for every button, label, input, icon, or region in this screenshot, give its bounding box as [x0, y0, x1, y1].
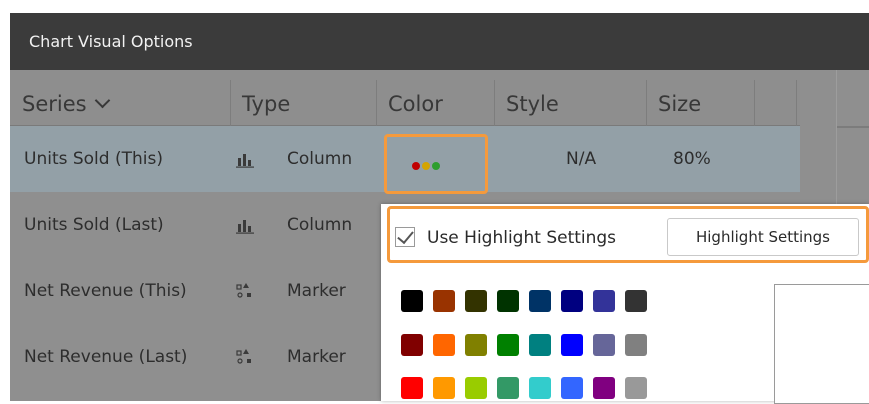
series-type: Column — [287, 149, 353, 169]
grid-header: Series Type Color Style Size — [10, 70, 800, 126]
color-swatch[interactable] — [433, 334, 455, 356]
color-swatch[interactable] — [625, 377, 647, 399]
column-header-color: Color — [388, 92, 443, 116]
column-divider — [754, 80, 755, 126]
series-name: Units Sold (Last) — [24, 215, 164, 235]
color-swatch[interactable] — [593, 377, 615, 399]
series-name: Units Sold (This) — [24, 149, 163, 169]
color-swatch[interactable] — [529, 377, 551, 399]
series-size[interactable]: 80% — [673, 126, 711, 192]
dialog-title: Chart Visual Options — [10, 13, 869, 70]
series-name: Net Revenue (Last) — [24, 347, 188, 367]
color-swatch[interactable] — [465, 334, 487, 356]
color-preview-box — [774, 284, 869, 404]
checkbox-label: Use Highlight Settings — [427, 228, 617, 248]
color-swatch[interactable] — [401, 290, 423, 312]
color-swatch[interactable] — [529, 334, 551, 356]
column-divider — [796, 80, 797, 126]
series-type: Marker — [287, 347, 346, 367]
color-swatch[interactable] — [433, 377, 455, 399]
use-highlight-settings-checkbox[interactable] — [395, 226, 415, 247]
color-swatch[interactable] — [497, 290, 519, 312]
column-header-series[interactable]: Series — [10, 70, 230, 126]
color-swatch[interactable] — [529, 290, 551, 312]
color-picker-trigger[interactable] — [412, 155, 442, 174]
check-icon — [397, 226, 414, 245]
color-swatch[interactable] — [625, 290, 647, 312]
column-header-series-label: Series — [22, 92, 87, 116]
color-swatch[interactable] — [465, 290, 487, 312]
column-header-style: Style — [506, 92, 559, 116]
series-name: Net Revenue (This) — [24, 281, 187, 301]
column-chart-icon — [236, 220, 254, 234]
color-swatch[interactable] — [561, 334, 583, 356]
marker-chart-icon — [236, 349, 251, 364]
color-dot — [422, 162, 430, 170]
color-swatch[interactable] — [401, 334, 423, 356]
chevron-down-icon[interactable] — [94, 92, 110, 109]
marker-chart-icon — [236, 283, 251, 298]
column-header-type: Type — [242, 92, 291, 116]
series-row[interactable]: Units Sold (This) Column N/A 80% — [10, 126, 800, 192]
column-chart-icon — [236, 154, 254, 168]
color-swatch[interactable] — [497, 377, 519, 399]
highlight-settings-button[interactable]: Highlight Settings — [667, 218, 859, 256]
series-style[interactable]: N/A — [566, 126, 596, 192]
color-swatch[interactable] — [433, 290, 455, 312]
color-swatch[interactable] — [465, 377, 487, 399]
series-type: Marker — [287, 281, 346, 301]
series-type: Column — [287, 215, 353, 235]
color-swatch[interactable] — [593, 334, 615, 356]
divider — [837, 126, 869, 128]
color-swatch[interactable] — [497, 334, 519, 356]
color-swatch[interactable] — [561, 377, 583, 399]
color-swatch[interactable] — [593, 290, 615, 312]
color-dot — [412, 162, 420, 170]
color-picker-popup: Use Highlight Settings Highlight Setting… — [381, 204, 869, 404]
color-swatch[interactable] — [401, 377, 423, 399]
color-swatch[interactable] — [561, 290, 583, 312]
color-swatch[interactable] — [625, 334, 647, 356]
column-header-size: Size — [658, 92, 702, 116]
color-dot — [432, 162, 440, 170]
